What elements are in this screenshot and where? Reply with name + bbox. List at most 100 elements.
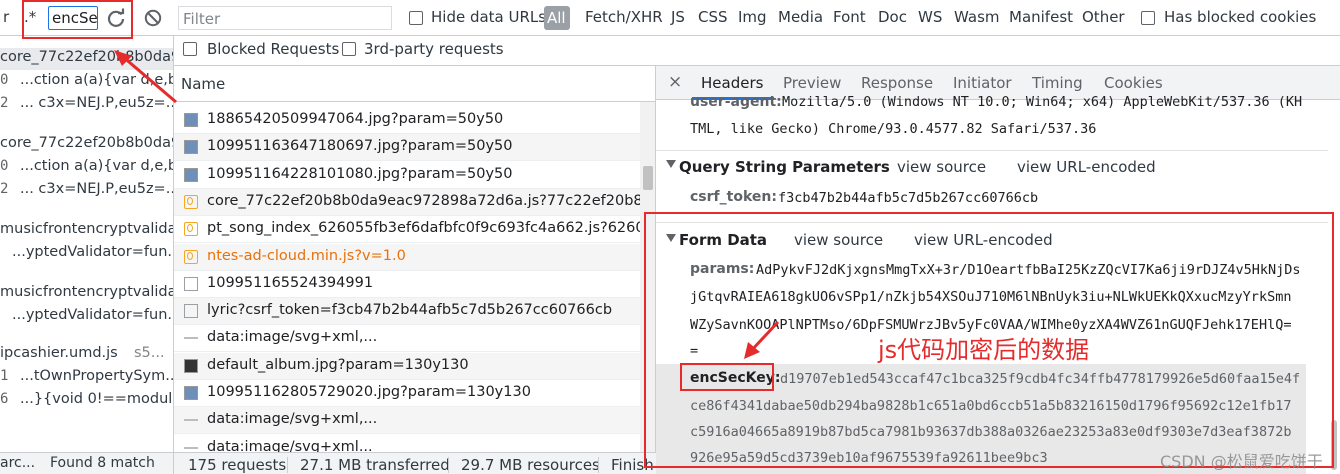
image-icon: [184, 386, 198, 400]
type-filter-all[interactable]: All: [544, 6, 570, 30]
search-result-line[interactable]: ...yptedValidator=fun...: [0, 243, 174, 265]
tab-cookies[interactable]: Cookies: [1104, 74, 1163, 92]
request-name: core_77c22ef20b8b0da9eac972898a72d6a.js?…: [207, 192, 656, 209]
type-filter-js[interactable]: JS: [671, 8, 685, 26]
search-result-file-name: ipcashier.umd.js: [0, 345, 118, 361]
search-footer: arc... Found 8 match: [0, 452, 173, 474]
line-text: ...yptedValidator=fun...: [12, 244, 174, 260]
request-row[interactable]: ntes-ad-cloud.min.js?v=1.0: [174, 243, 640, 271]
request-row[interactable]: data:image/svg+xml,...: [174, 407, 640, 435]
request-row[interactable]: data:image/svg+xml,...: [174, 325, 640, 353]
request-list-header: Name: [174, 66, 655, 102]
type-filter-css[interactable]: CSS: [698, 8, 728, 26]
request-row[interactable]: 109951163647180697.jpg?param=50y50: [174, 134, 640, 162]
status-divider: [287, 457, 288, 473]
request-row[interactable]: lyric?csrf_token=f3cb47b2b44afb5c7d5b267…: [174, 298, 640, 326]
search-result-line[interactable]: 2 ... c3x=NEJ.P,eu5z=...: [0, 180, 173, 202]
image-icon: [184, 358, 198, 373]
tab-response[interactable]: Response: [861, 74, 933, 92]
query-string-section-header[interactable]: Query String Parameters view source view…: [656, 150, 1340, 180]
line-number: 2: [0, 95, 9, 111]
hide-data-urls-checkbox[interactable]: [409, 11, 423, 25]
type-filter-all-label: All: [547, 9, 566, 27]
search-result-line[interactable]: 0 ...ction a(a){var d,e,b...: [0, 157, 174, 179]
request-row[interactable]: core_77c22ef20b8b0da9eac972898a72d6a.js?…: [174, 188, 655, 216]
request-name: 109951163647180697.jpg?param=50y50: [207, 138, 513, 155]
network-toolbar: r .* encSec Filter Hide data URLs All Fe…: [0, 0, 1340, 36]
type-filter-media[interactable]: Media: [778, 8, 823, 26]
scrollbar-thumb[interactable]: [643, 166, 653, 190]
request-row[interactable]: 109951165524394991: [174, 271, 640, 298]
search-result-line[interactable]: 6 ...}{void 0!==modul...: [0, 390, 174, 412]
type-filter-other[interactable]: Other: [1082, 8, 1125, 26]
type-filter-ws[interactable]: WS: [918, 8, 942, 26]
tab-initiator[interactable]: Initiator: [953, 74, 1012, 92]
request-name: data:image/svg+xml,...: [207, 329, 378, 346]
annotation-label: js代码加密后的数据: [878, 336, 1090, 364]
search-match-count: Found 8 match: [50, 455, 155, 471]
has-blocked-cookies-checkbox[interactable]: [1141, 11, 1155, 25]
request-row[interactable]: 109951164228101080.jpg?param=50y50: [174, 162, 640, 189]
line-text: ...tOwnPropertySym...: [20, 368, 174, 384]
annotation-arrow-icon: [744, 320, 780, 359]
image-icon: [184, 140, 198, 155]
csrf-token-value: f3cb47b2b44afb5c7d5b267cc60766cb: [778, 190, 1039, 206]
search-footer-left: arc...: [0, 455, 36, 471]
expand-triangle-icon: [666, 160, 676, 168]
type-filter-doc[interactable]: Doc: [878, 8, 907, 26]
svg-icon: [184, 331, 198, 340]
blocked-requests-checkbox[interactable]: [183, 42, 197, 56]
search-result-file[interactable]: ipcashier.umd.js s5...: [0, 344, 173, 366]
user-agent-key: user-agent:: [690, 94, 782, 110]
third-party-checkbox[interactable]: [342, 42, 356, 56]
search-result-file-extra: s5...: [134, 345, 165, 361]
request-row[interactable]: 18865420509947064.jpg?param=50y50: [174, 107, 640, 134]
user-agent-row: user-agent: Mozilla/5.0 (Windows NT 10.0…: [690, 94, 1340, 110]
tab-timing[interactable]: Timing: [1032, 74, 1083, 92]
image-icon: [184, 113, 198, 127]
line-number: 0: [0, 72, 9, 88]
line-text: ...ction a(a){var d,e,b...: [20, 158, 174, 174]
network-status-bar: 175 requests 27.1 MB transferred 29.7 MB…: [174, 452, 656, 474]
tab-preview[interactable]: Preview: [783, 74, 841, 92]
filter-input[interactable]: Filter: [178, 6, 392, 30]
request-name: 18865420509947064.jpg?param=50y50: [207, 111, 504, 127]
document-icon: [184, 276, 198, 291]
request-name: 109951162805729020.jpg?param=130y130: [207, 384, 531, 400]
resources-size: 29.7 MB resources: [461, 456, 600, 474]
request-name: ntes-ad-cloud.min.js?v=1.0: [207, 247, 406, 264]
type-filter-font[interactable]: Font: [833, 8, 866, 26]
search-result-line[interactable]: ...yptedValidator=fun...: [0, 306, 173, 328]
document-icon: [184, 304, 198, 319]
type-filter-img[interactable]: Img: [738, 8, 767, 26]
request-row[interactable]: default_album.jpg?param=130y130: [174, 352, 640, 380]
status-divider: [448, 457, 449, 473]
request-name: 109951165524394991: [207, 274, 374, 291]
search-result-file-name: musicfrontencryptvalida...: [0, 221, 174, 237]
js-file-icon: [184, 194, 198, 209]
clear-icon[interactable]: [144, 9, 162, 27]
svg-icon: [184, 413, 198, 422]
third-party-label: 3rd-party requests: [364, 40, 504, 58]
tab-headers[interactable]: Headers: [701, 74, 763, 92]
name-column-header[interactable]: Name: [181, 75, 225, 93]
query-string-title: Query String Parameters: [679, 158, 890, 176]
type-filter-wasm[interactable]: Wasm: [954, 8, 1000, 26]
status-divider: [598, 457, 599, 473]
type-filter-fetch-xhr[interactable]: Fetch/XHR: [585, 8, 663, 26]
close-icon[interactable]: ×: [668, 72, 682, 92]
request-count: 175 requests: [188, 456, 287, 474]
search-result-file-name: musicfrontencryptvalida...: [0, 284, 174, 300]
filter-placeholder: Filter: [183, 10, 221, 28]
search-result-line[interactable]: 1 ...tOwnPropertySym...: [0, 367, 174, 389]
type-filter-manifest[interactable]: Manifest: [1009, 8, 1073, 26]
line-text: ...}{void 0!==modul...: [20, 391, 174, 407]
qsp-view-url-encoded-link[interactable]: view URL-encoded: [1017, 158, 1156, 176]
request-list: Name 18865420509947064.jpg?param=50y50 10…: [174, 66, 656, 474]
request-row[interactable]: pt_song_index_626055fb3ef6dafbfc0f9c693f…: [174, 216, 655, 244]
annotation-arrow-icon: [114, 50, 177, 104]
filter-options-row: Blocked Requests 3rd-party requests: [174, 36, 1340, 66]
enc-sec-key-highlight-box: [680, 363, 774, 391]
request-row[interactable]: 109951162805729020.jpg?param=130y130: [174, 380, 640, 407]
qsp-view-source-link[interactable]: view source: [897, 158, 986, 176]
